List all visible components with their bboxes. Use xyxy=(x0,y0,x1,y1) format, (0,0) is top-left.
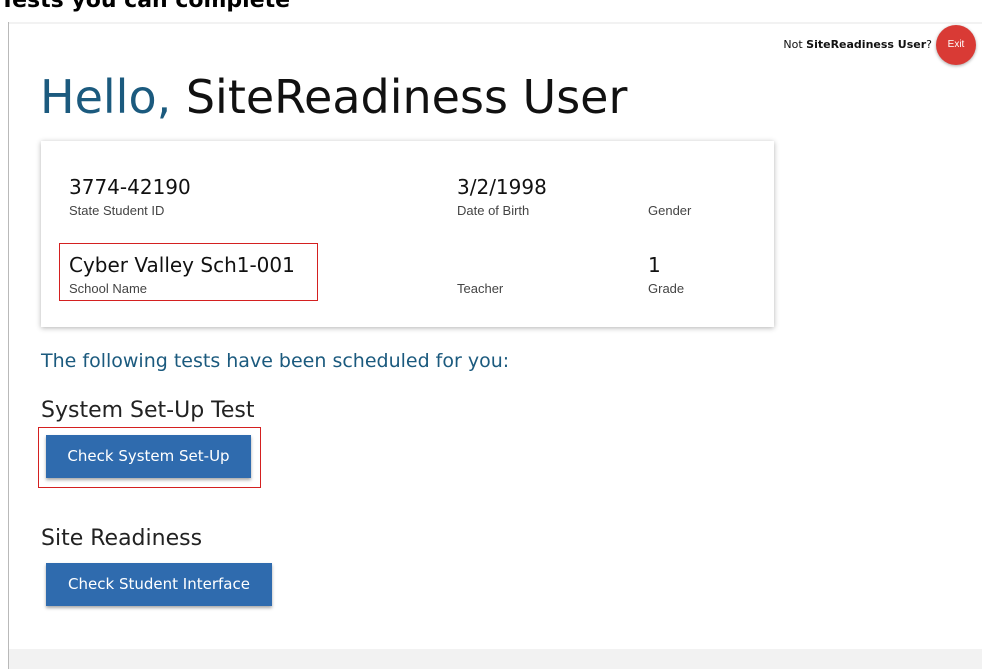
school-name-highlight-box xyxy=(59,243,318,301)
system-setup-highlight-box xyxy=(38,427,261,488)
system-setup-section-title: System Set-Up Test xyxy=(41,398,255,423)
page-title: Hello, SiteReadiness User xyxy=(40,70,627,124)
check-student-interface-button[interactable]: Check Student Interface xyxy=(46,563,272,606)
scheduled-tests-heading: The following tests have been scheduled … xyxy=(41,350,510,372)
not-user-prompt: Not SiteReadiness User? xyxy=(783,38,932,51)
gender-field: Gender xyxy=(648,175,691,218)
current-user-name: SiteReadiness User xyxy=(806,38,927,51)
grade-field: 1 Grade xyxy=(648,253,684,296)
gender-value xyxy=(648,175,691,201)
not-prefix: Not xyxy=(783,38,807,51)
date-of-birth-field: 3/2/1998 Date of Birth xyxy=(457,175,547,218)
teacher-field: Teacher xyxy=(457,253,503,296)
teacher-label: Teacher xyxy=(457,281,504,296)
gender-label: Gender xyxy=(648,203,692,218)
greeting-name: SiteReadiness User xyxy=(185,70,628,124)
state-student-id-field: 3774-42190 State Student ID xyxy=(69,175,191,218)
grade-label: Grade xyxy=(648,281,685,296)
exit-button[interactable]: Exit xyxy=(936,25,976,65)
grade-value: 1 xyxy=(648,253,661,277)
site-readiness-section-title: Site Readiness xyxy=(41,526,203,551)
date-of-birth-value: 3/2/1998 xyxy=(457,175,547,199)
date-of-birth-label: Date of Birth xyxy=(457,203,530,218)
state-student-id-label: State Student ID xyxy=(69,203,165,218)
cropped-caption-text: Tests you can complete xyxy=(0,0,291,13)
teacher-value xyxy=(457,253,503,279)
state-student-id-value: 3774-42190 xyxy=(69,175,191,199)
greeting-hello: Hello, xyxy=(40,70,172,124)
cropped-caption: Tests you can complete xyxy=(0,0,982,20)
not-suffix: ? xyxy=(926,38,932,51)
